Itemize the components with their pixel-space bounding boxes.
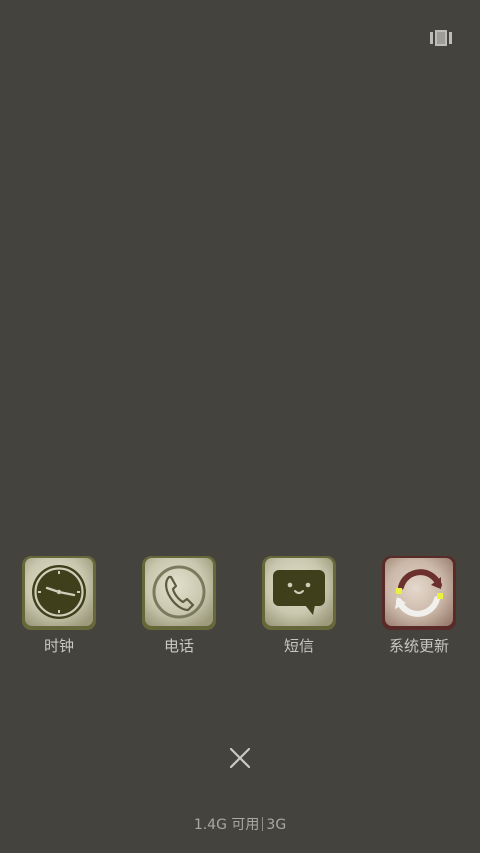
- message-icon: [262, 556, 336, 630]
- app-label: 短信: [283, 637, 314, 655]
- close-icon[interactable]: [226, 744, 254, 772]
- app-phone[interactable]: 电话: [124, 555, 234, 665]
- phone-icon: [142, 556, 216, 630]
- memory-available: 1.4G 可用: [193, 817, 260, 833]
- app-system-update[interactable]: 系统更新: [364, 555, 474, 665]
- system-update-icon: [382, 556, 456, 630]
- app-label: 时钟: [43, 637, 74, 655]
- app-label: 系统更新: [388, 637, 449, 655]
- app-label: 电话: [163, 637, 194, 655]
- network-type: 3G: [266, 817, 287, 833]
- recent-apps-icon[interactable]: [430, 30, 452, 46]
- memory-status: 1.4G 可用 3G: [0, 816, 480, 834]
- recent-apps-list: 时钟 电话 短信 系统更新: [0, 555, 480, 665]
- clock-icon: [22, 556, 96, 630]
- app-messages[interactable]: 短信: [244, 555, 354, 665]
- status-divider: [262, 817, 264, 831]
- app-clock[interactable]: 时钟: [4, 555, 114, 665]
